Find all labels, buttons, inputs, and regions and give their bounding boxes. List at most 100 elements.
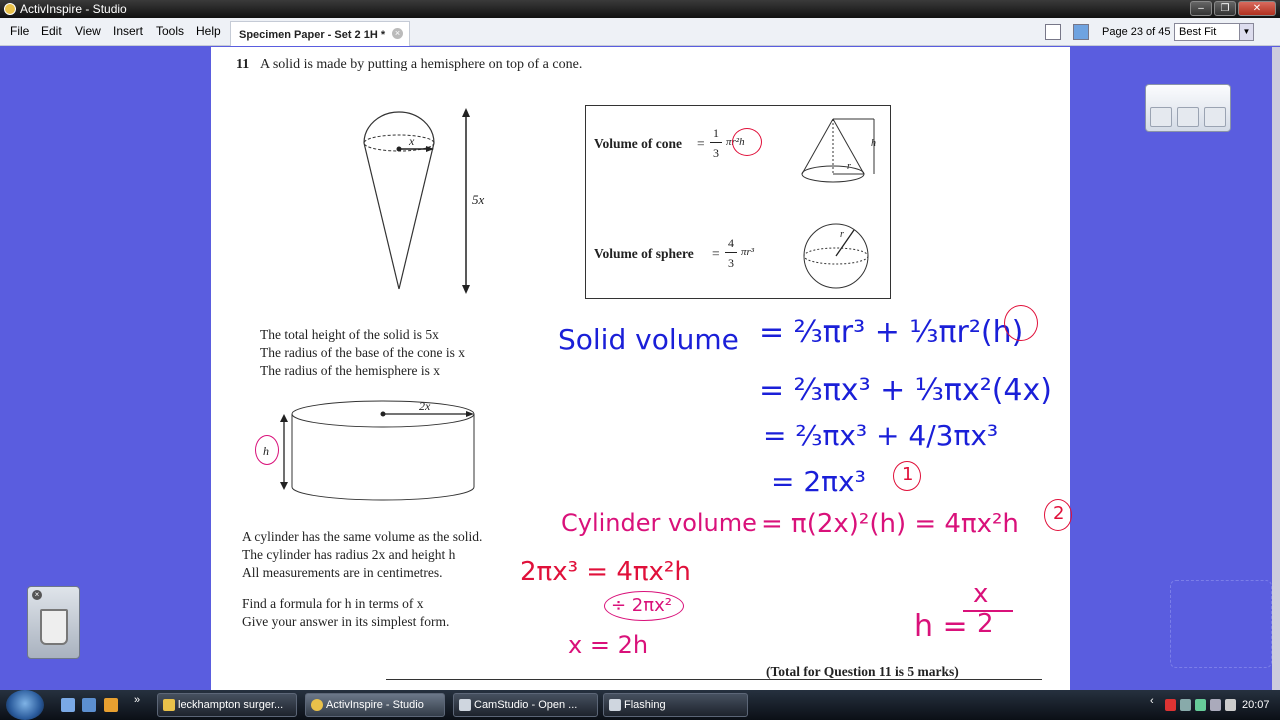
- chevron-down-icon[interactable]: ▼: [1239, 24, 1253, 40]
- close-button[interactable]: ✕: [1238, 1, 1276, 16]
- task-button-flashing[interactable]: Flashing: [603, 693, 748, 717]
- window-controls: – ❐ ✕: [1190, 1, 1276, 16]
- task-button-label: leckhampton surger...: [178, 699, 284, 711]
- formula-sphere-fraction-bar: [725, 252, 737, 253]
- tray-expand-icon[interactable]: ‹: [1150, 695, 1161, 707]
- window-icon: [609, 699, 621, 711]
- chrome-icon: [163, 699, 175, 711]
- ink-eq-1: 2πx³ = 4πx²h: [520, 557, 691, 587]
- maximize-button[interactable]: ❐: [1214, 1, 1236, 16]
- menu-file[interactable]: File: [10, 24, 29, 38]
- sync-icon[interactable]: [1195, 699, 1206, 711]
- menu-tools[interactable]: Tools: [156, 24, 184, 38]
- ink-line-1: = ⅔πr³ + ⅓πr²(h): [759, 315, 1024, 350]
- formula-sphere-eq: =: [712, 246, 720, 261]
- ink-cylinder-volume: Cylinder volume: [561, 509, 757, 537]
- zoom-select[interactable]: Best Fit ▼: [1174, 23, 1254, 41]
- ink-line-2: = ⅔πx³ + ⅓πx²(4x): [759, 373, 1052, 408]
- close-icon[interactable]: ×: [32, 590, 42, 600]
- print-icon[interactable]: [1177, 107, 1199, 127]
- activinspire-app-icon: [4, 3, 16, 15]
- info-line-2: The radius of the base of the cone is x: [260, 345, 466, 360]
- page-browser-icon[interactable]: [1045, 24, 1061, 40]
- ink-eq-2: ÷ 2πx²: [611, 595, 672, 616]
- vertical-scrollbar[interactable]: [1272, 47, 1280, 690]
- dock-panel-outline: [1170, 580, 1272, 668]
- task-button-label: CamStudio - Open ...: [474, 699, 578, 711]
- start-button[interactable]: [6, 690, 44, 720]
- security-icon[interactable]: [1165, 699, 1176, 711]
- cyl-height-label: h: [263, 444, 269, 458]
- formula-cone-label: Volume of cone: [594, 136, 682, 151]
- cone-diagram: [801, 118, 875, 183]
- formula-sphere-label: Volume of sphere: [594, 246, 694, 261]
- menu-bar: File Edit View Insert Tools Help Specime…: [0, 18, 1280, 46]
- sphere-r-label: r: [840, 229, 844, 240]
- tab-document-label: Specimen Paper - Set 2 1H *: [239, 29, 386, 41]
- tab-document[interactable]: Specimen Paper - Set 2 1H * ×: [230, 21, 410, 46]
- sphere-diagram: [803, 223, 869, 289]
- print-active-icon[interactable]: [1204, 107, 1226, 127]
- flipchart-page: 11 A solid is made by putting a hemisphe…: [211, 47, 1072, 690]
- ink-solid-volume: Solid volume: [558, 323, 739, 356]
- ink-cylinder-eq: = π(2x)²(h) = 4πx²h: [761, 509, 1019, 539]
- taskbar: » leckhampton surger... ActivInspire - S…: [0, 690, 1280, 720]
- window-titlebar: ActivInspire - Studio – ❐ ✕: [0, 0, 1280, 18]
- h-circle-annotation: [732, 128, 762, 156]
- question-heading: A solid is made by putting a hemisphere …: [260, 57, 583, 72]
- task-button-browser[interactable]: leckhampton surger...: [157, 693, 297, 717]
- h-circle-ink: [1004, 305, 1038, 341]
- media-player-icon[interactable]: [104, 698, 118, 712]
- menu-edit[interactable]: Edit: [41, 24, 62, 38]
- ink-answer-h: h =: [914, 609, 968, 644]
- clock[interactable]: 20:07: [1242, 699, 1270, 711]
- task-line-1: Find a formula for h in terms of x: [242, 596, 424, 611]
- task-button-camstudio[interactable]: CamStudio - Open ...: [453, 693, 598, 717]
- floating-toolbar: [1145, 84, 1231, 132]
- cone-h-label: h: [871, 138, 876, 149]
- window-title: ActivInspire - Studio: [20, 2, 127, 16]
- cone-r-label: r: [847, 161, 851, 172]
- ink-line-3: = ⅔πx³ + 4/3πx³: [763, 419, 999, 452]
- close-tab-icon[interactable]: ×: [392, 28, 403, 39]
- more-chevron-icon[interactable]: »: [134, 694, 148, 708]
- menu-view[interactable]: View: [75, 24, 101, 38]
- minimize-button[interactable]: –: [1190, 1, 1212, 16]
- question-number: 11: [236, 57, 250, 72]
- formula-cone-eq: =: [697, 136, 705, 151]
- cylinder-line-1: A cylinder has the same volume as the so…: [242, 529, 483, 544]
- task-line-2: Give your answer in its simplest form.: [242, 614, 450, 629]
- menu-help[interactable]: Help: [196, 24, 221, 38]
- ink-line-4: = 2πx³: [771, 465, 866, 498]
- ink-eq-3: x = 2h: [568, 631, 649, 659]
- display-icon[interactable]: [1210, 699, 1221, 711]
- ink-mark-1: 1: [902, 464, 914, 485]
- formula-sphere-expression: πr³: [741, 246, 755, 258]
- trash-widget[interactable]: ×: [27, 586, 80, 659]
- page-icon[interactable]: [1150, 107, 1172, 127]
- cylinder-line-3: All measurements are in centimetres.: [242, 565, 443, 580]
- info-line-3: The radius of the hemisphere is x: [260, 363, 440, 378]
- explorer-icon[interactable]: [82, 698, 96, 712]
- ink-answer-den: 2: [977, 609, 994, 639]
- network-tray-icon[interactable]: [1180, 699, 1191, 711]
- cyl-radius-label: 2x: [419, 399, 431, 413]
- network-icon[interactable]: [1073, 24, 1089, 40]
- task-button-label: ActivInspire - Studio: [326, 699, 424, 711]
- total-marks: (Total for Question 11 is 5 marks): [766, 664, 959, 679]
- volume-icon[interactable]: [1225, 699, 1236, 711]
- task-button-label: Flashing: [624, 699, 666, 711]
- formula-cone-den: 3: [713, 146, 719, 160]
- formula-sphere-den: 3: [728, 256, 734, 270]
- cylinder-diagram: [280, 400, 475, 501]
- formula-cone-num: 1: [713, 126, 719, 140]
- cylinder-line-2: The cylinder has radius 2x and height h: [242, 547, 456, 562]
- zoom-select-value: Best Fit: [1179, 26, 1217, 38]
- ink-mark-2: 2: [1053, 503, 1065, 524]
- radius-label: x: [409, 134, 415, 148]
- activinspire-icon: [311, 699, 323, 711]
- menu-insert[interactable]: Insert: [113, 24, 143, 38]
- show-desktop-icon[interactable]: [61, 698, 75, 712]
- task-button-activinspire[interactable]: ActivInspire - Studio: [305, 693, 445, 717]
- formula-sphere-num: 4: [728, 236, 734, 250]
